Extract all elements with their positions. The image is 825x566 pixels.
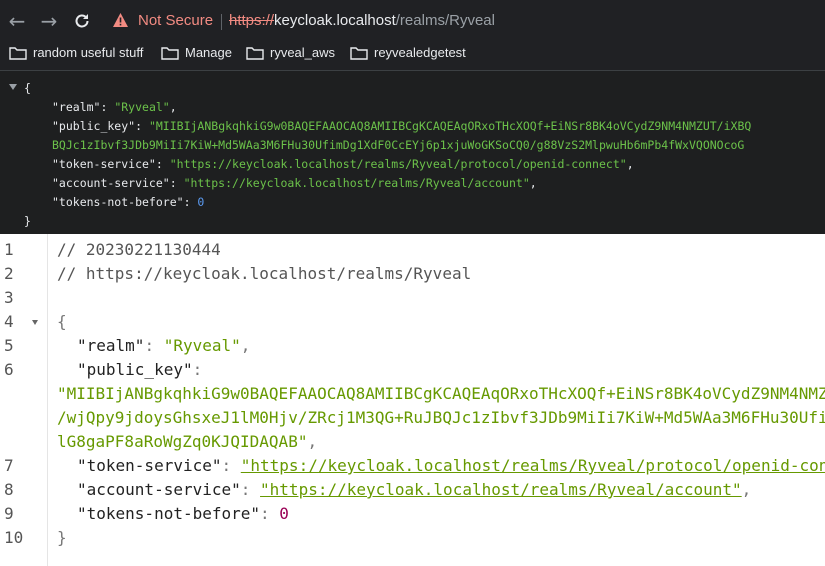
json-value: 0 bbox=[197, 195, 205, 209]
reload-icon[interactable] bbox=[70, 9, 94, 33]
public-key-value: "MIIBIjANBgkqhkiG9w0BAQEFAAOCAQ8AMIIBCgK… bbox=[57, 384, 825, 403]
json-key: "realm" bbox=[52, 100, 101, 114]
bookmarks-bar: random useful stuff Manage ryveal_aws re… bbox=[0, 42, 825, 71]
line-number: 6 bbox=[4, 360, 14, 379]
realm-value: "Ryveal" bbox=[163, 336, 241, 355]
line-number: 3 bbox=[4, 288, 14, 307]
code-line-10: } bbox=[57, 526, 67, 550]
close-brace: } bbox=[57, 528, 67, 547]
url-host: keycloak.localhost bbox=[274, 12, 396, 29]
address-divider bbox=[221, 14, 222, 30]
code-line-8: "account-service": "https://keycloak.loc… bbox=[77, 480, 752, 499]
json-viewer: { "realm": "Ryveal", "public_key": "MIIB… bbox=[0, 71, 825, 234]
open-brace: { bbox=[57, 312, 67, 331]
json-comma: , bbox=[169, 100, 177, 114]
realm-key: "realm" bbox=[77, 336, 145, 355]
line-number: 5 bbox=[4, 336, 14, 355]
account-service-key: "account-service" bbox=[77, 480, 241, 499]
line-number: 10 bbox=[4, 528, 24, 547]
line-number: 8 bbox=[4, 480, 14, 499]
code-line-6: "public_key": bbox=[77, 360, 203, 379]
line-number: 1 bbox=[4, 240, 14, 259]
code-line-2: // https://keycloak.localhost/realms/Ryv… bbox=[57, 262, 471, 286]
json-open-brace: { bbox=[24, 81, 31, 95]
json-line-realm: "realm": "Ryveal", bbox=[52, 100, 177, 114]
code-line-6-wrap-2: /wjQpy9jdoysGhsxeJ1lM0Hjv/ZRcj1M3QG+RuJB… bbox=[57, 406, 825, 430]
public-key-value: /wjQpy9jdoysGhsxeJ1lM0Hjv/ZRcj1M3QG+RuJB… bbox=[57, 408, 825, 427]
json-value: "Ryveal" bbox=[114, 100, 170, 114]
account-service-link[interactable]: "https://keycloak.localhost/realms/Ryvea… bbox=[260, 480, 742, 499]
line-number: 9 bbox=[4, 504, 14, 523]
json-key: "public_key" bbox=[52, 119, 136, 133]
forward-arrow-icon[interactable]: → bbox=[37, 9, 61, 33]
json-line-public-key: "public_key": "MIIBIjANBgkqhkiG9w0BAQEFA… bbox=[52, 119, 752, 133]
comment-url: // https://keycloak.localhost/realms/Ryv… bbox=[57, 264, 472, 283]
json-key: "tokens-not-before" bbox=[52, 195, 184, 209]
json-comma: , bbox=[626, 157, 634, 171]
bookmark-label: ryveal_aws bbox=[270, 45, 336, 60]
code-line-4: { bbox=[57, 310, 67, 334]
code-line-6-wrap-3: lG8gaPF8aRoWgZq0KJQIDAQAB", bbox=[57, 432, 318, 451]
not-secure-label[interactable]: Not Secure bbox=[138, 6, 213, 36]
code-line-6-wrap-1: "MIIBIjANBgkqhkiG9w0BAQEFAAOCAQ8AMIIBCgK… bbox=[57, 382, 825, 406]
json-close-brace: } bbox=[24, 214, 31, 228]
line-number: 2 bbox=[4, 264, 14, 283]
public-key-value: lG8gaPF8aRoWgZq0KJQIDAQAB" bbox=[57, 432, 308, 451]
json-value: "https://keycloak.localhost/realms/Ryvea… bbox=[183, 176, 530, 190]
folder-icon bbox=[161, 47, 179, 60]
warning-icon bbox=[113, 13, 128, 27]
folder-icon bbox=[350, 47, 368, 60]
code-line-7: "token-service": "https://keycloak.local… bbox=[77, 454, 825, 478]
json-value: BQJc1zIbvf3JDb9MiIi7KiW+Md5WAa3M6FHu30Uf… bbox=[52, 138, 745, 152]
comment-timestamp: // 20230221130444 bbox=[57, 240, 221, 259]
fold-arrow-icon[interactable] bbox=[32, 320, 38, 325]
code-line-9: "tokens-not-before": 0 bbox=[77, 504, 289, 523]
json-comma: , bbox=[529, 176, 537, 190]
tokens-not-before-key: "tokens-not-before" bbox=[77, 504, 261, 523]
folder-icon bbox=[9, 47, 27, 60]
bookmark-label: Manage bbox=[185, 45, 232, 60]
json-key: "token-service" bbox=[52, 157, 156, 171]
browser-toolbar: ← → Not Secure https://keycloak.localhos… bbox=[0, 0, 825, 42]
code-line-1: // 20230221130444 bbox=[57, 238, 221, 262]
json-line-public-key-wrap: BQJc1zIbvf3JDb9MiIi7KiW+Md5WAa3M6FHu30Uf… bbox=[52, 136, 744, 155]
line-number-gutter: 1 2 3 4 5 6 7 8 9 10 bbox=[0, 234, 48, 566]
tokens-not-before-value: 0 bbox=[279, 504, 289, 523]
json-key: "account-service" bbox=[52, 176, 170, 190]
bookmark-label: random useful stuff bbox=[33, 45, 144, 60]
url-scheme: https:// bbox=[229, 12, 275, 29]
line-number: 7 bbox=[4, 456, 14, 475]
code-editor[interactable]: 1 2 3 4 5 6 7 8 9 10 // 20230221130444 /… bbox=[0, 234, 825, 566]
json-line-tokens-not-before: "tokens-not-before": 0 bbox=[52, 195, 205, 209]
json-line-account-service: "account-service": "https://keycloak.loc… bbox=[52, 176, 537, 190]
json-value: "MIIBIjANBgkqhkiG9w0BAQEFAAOCAQ8AMIIBCgK… bbox=[148, 119, 752, 133]
bookmark-label: reyvealedgetest bbox=[374, 45, 466, 60]
folder-icon bbox=[246, 47, 264, 60]
address-bar[interactable]: Not Secure https://keycloak.localhost/re… bbox=[104, 6, 825, 36]
collapse-triangle-icon[interactable] bbox=[9, 84, 17, 90]
json-line-token-service: "token-service": "https://keycloak.local… bbox=[52, 157, 634, 171]
url-text[interactable]: https://keycloak.localhost/realms/Ryveal bbox=[229, 6, 495, 36]
back-arrow-icon[interactable]: ← bbox=[5, 9, 29, 33]
url-path: /realms/Ryveal bbox=[395, 12, 495, 29]
code-line-5: "realm": "Ryveal", bbox=[77, 336, 251, 355]
token-service-key: "token-service" bbox=[77, 456, 222, 475]
line-number: 4 bbox=[4, 312, 14, 331]
json-value: "https://keycloak.localhost/realms/Ryvea… bbox=[169, 157, 627, 171]
public-key-key: "public_key" bbox=[77, 360, 193, 379]
token-service-link[interactable]: "https://keycloak.localhost/realms/Ryvea… bbox=[241, 456, 825, 475]
